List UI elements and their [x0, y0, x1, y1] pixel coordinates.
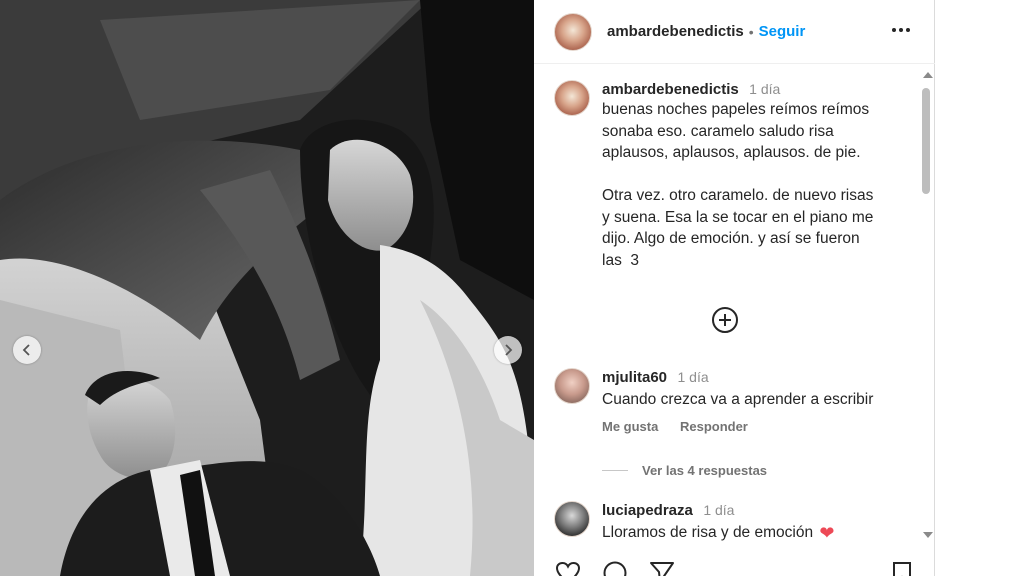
chevron-left-icon	[22, 344, 30, 356]
comment-text: Lloramos de risa y de emoción ❤	[602, 522, 902, 545]
photo-illustration	[0, 0, 534, 576]
comment-text: Cuando crezca va a aprender a escribir	[602, 391, 874, 408]
caption-avatar[interactable]	[554, 80, 590, 116]
caption-line: y suena. Esa la se tocar en el piano me	[602, 208, 874, 226]
like-comment-button[interactable]: Me gusta	[602, 419, 658, 434]
header-separator: •	[748, 23, 754, 40]
caption-username[interactable]: ambardebenedictis	[602, 81, 739, 98]
caption-line: dijo. Algo de emoción. y así se fueron	[602, 230, 860, 247]
plus-circle-icon[interactable]	[711, 306, 739, 334]
caption-line: buenas noches papeles reímos reímos	[602, 101, 870, 118]
commenter-username[interactable]: luciapedraza	[602, 502, 693, 519]
comment-time[interactable]: 1 día	[703, 502, 734, 518]
author-username[interactable]: ambardebenedictis	[607, 23, 744, 40]
follow-button[interactable]: Seguir	[759, 23, 806, 40]
scroll-up-arrow-icon[interactable]	[923, 72, 933, 78]
commenter-avatar[interactable]	[554, 368, 590, 404]
caption-text: buenas noches papeles reímos reímos sona…	[602, 99, 902, 271]
scroll-down-arrow-icon[interactable]	[923, 532, 933, 538]
scroll-thumb[interactable]	[922, 88, 930, 194]
post-side-panel: ambardebenedictis • Seguir ambardebenedi…	[534, 0, 935, 576]
post-photo[interactable]	[0, 0, 534, 576]
caption-line: las 3	[602, 251, 640, 269]
more-horizontal-icon	[892, 28, 910, 32]
reply-button[interactable]: Responder	[680, 419, 748, 434]
caption-line: sonaba eso. caramelo saludo risa	[602, 122, 834, 140]
heart-emoji: ❤	[819, 523, 835, 543]
commenter-username[interactable]: mjulita60	[602, 369, 667, 386]
heart-icon[interactable]	[555, 560, 581, 576]
more-options-button[interactable]	[889, 18, 913, 42]
post-header: ambardebenedictis • Seguir	[534, 0, 935, 64]
send-icon[interactable]	[649, 560, 675, 576]
carousel-prev-button[interactable]	[13, 336, 41, 364]
chevron-right-icon	[505, 344, 513, 356]
page-background	[935, 0, 1024, 576]
commenter-avatar[interactable]	[554, 501, 590, 537]
caption-line	[602, 164, 902, 186]
view-replies-label: Ver las 4 respuestas	[642, 463, 768, 478]
comment-actions: Me gusta Responder	[602, 419, 902, 434]
view-replies-button[interactable]: Ver las 4 respuestas	[602, 463, 767, 478]
comment-text-content: Lloramos de risa y de emoción	[602, 524, 814, 541]
caption-comment: ambardebenedictis 1 día buenas noches pa…	[554, 80, 902, 271]
replies-divider	[602, 470, 628, 471]
carousel-next-button[interactable]	[494, 336, 522, 364]
author-avatar[interactable]	[554, 12, 592, 51]
comments-list[interactable]: ambardebenedictis 1 día buenas noches pa…	[534, 65, 919, 545]
post-action-bar	[534, 548, 935, 576]
comment-item: mjulita60 1 día Cuando crezca va a apren…	[554, 368, 902, 434]
comment-time[interactable]: 1 día	[677, 369, 708, 385]
caption-time[interactable]: 1 día	[749, 81, 780, 97]
caption-line: Otra vez. otro caramelo. de nuevo risas	[602, 187, 874, 204]
comments-scrollbar[interactable]	[919, 68, 935, 546]
bookmark-icon[interactable]	[889, 560, 915, 576]
comment-icon[interactable]	[602, 560, 628, 576]
caption-line: aplausos, aplausos, aplausos. de pie.	[602, 144, 861, 161]
comment-item: luciapedraza 1 día Lloramos de risa y de…	[554, 501, 902, 545]
